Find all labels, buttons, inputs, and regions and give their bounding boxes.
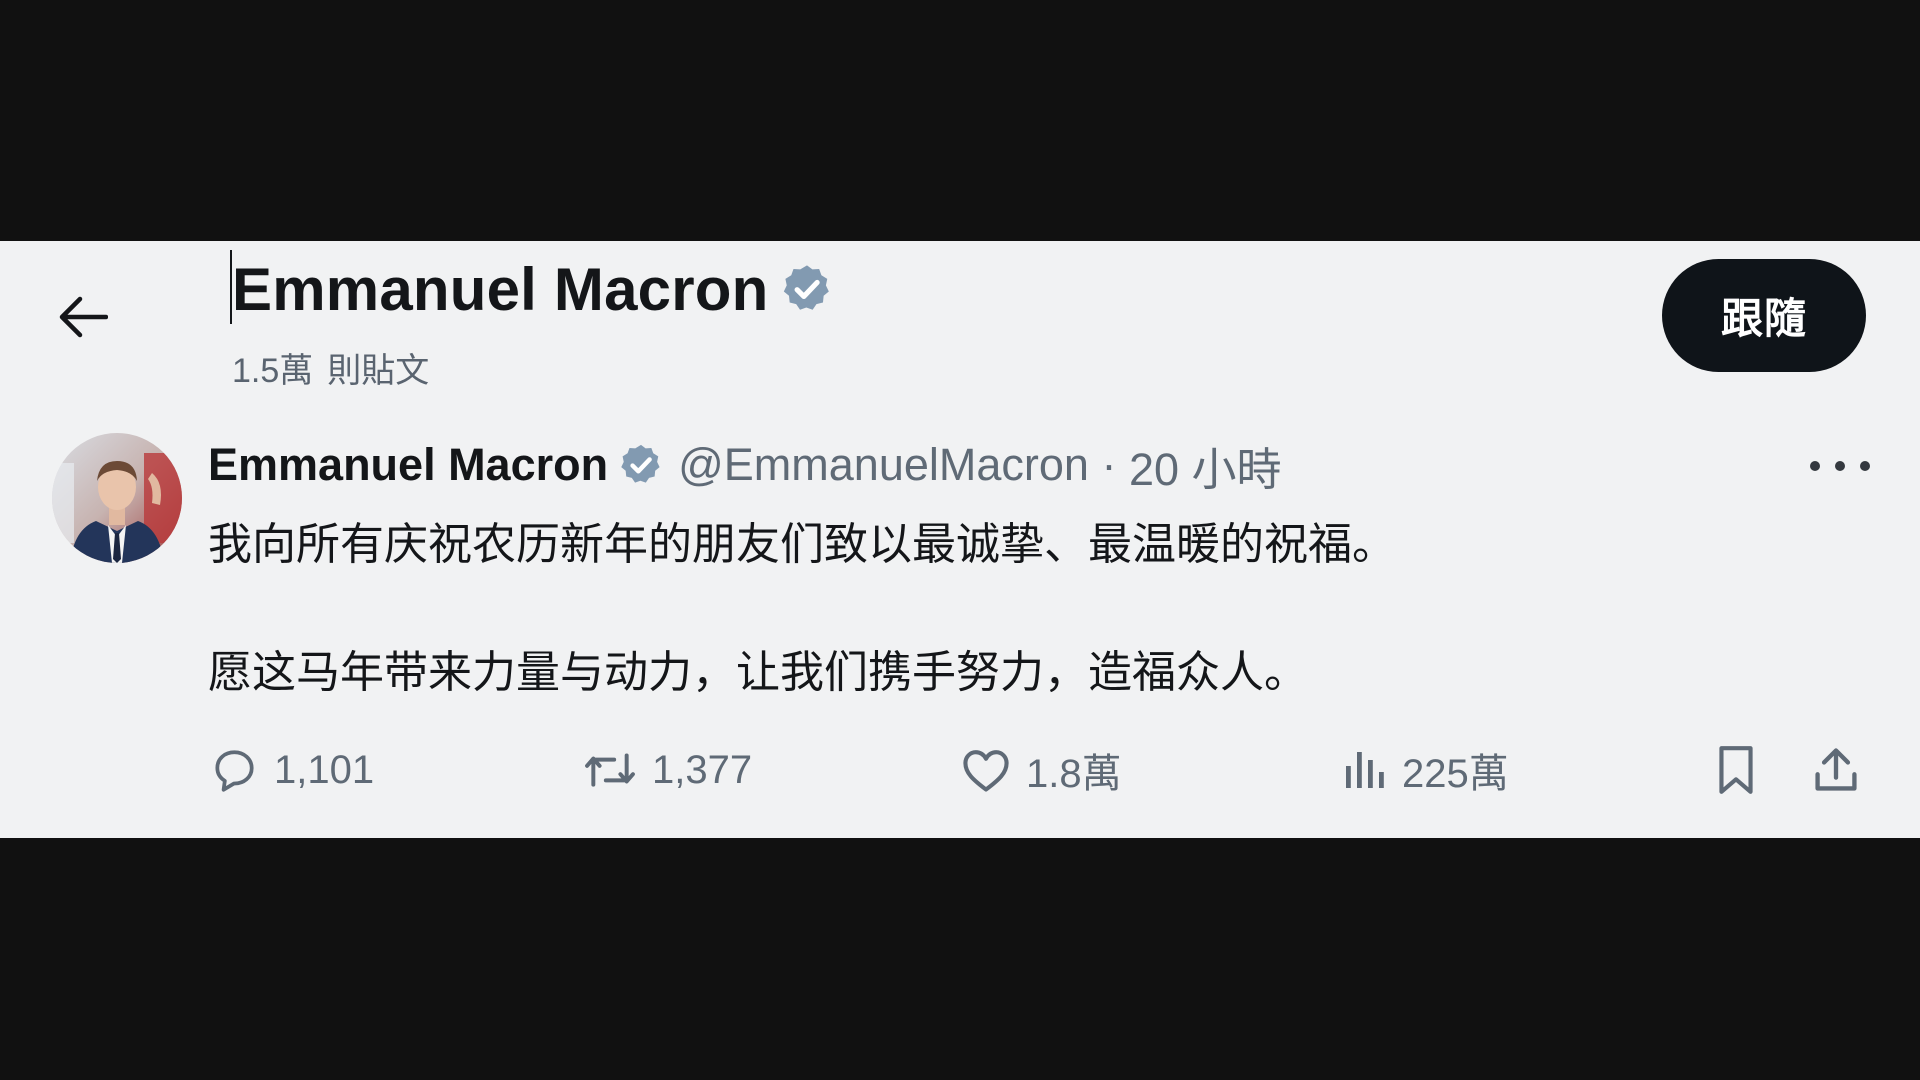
verified-badge-icon — [784, 265, 830, 310]
post-count-value: 1.5萬 — [232, 352, 314, 390]
tweet-text-line-1: 我向所有庆祝农历新年的朋友们致以最诚挚、最温暖的祝福。 — [208, 519, 1396, 570]
back-button[interactable] — [56, 289, 108, 345]
post-count: 1.5萬 則貼文 — [232, 343, 429, 392]
tweet-time[interactable]: 20 小時 — [1129, 433, 1282, 498]
retweet-count: 1,377 — [652, 747, 753, 792]
reply-button[interactable]: 1,101 — [208, 740, 374, 800]
screenshot-frame: Emmanuel Macron 1.5萬 則貼文 跟隨 Emmanuel Mac… — [0, 0, 1920, 1080]
author-verified — [618, 442, 664, 488]
profile-name: Emmanuel Macron — [232, 255, 769, 323]
arrow-left-icon — [59, 296, 108, 338]
heart-icon — [963, 750, 1009, 792]
retweet-icon — [585, 753, 635, 787]
author-name[interactable]: Emmanuel Macron — [208, 439, 608, 491]
reply-count: 1,101 — [274, 747, 375, 792]
bookmark-icon — [1719, 746, 1753, 794]
views-icon — [1346, 752, 1384, 788]
post-count-label: 則貼文 — [327, 352, 430, 390]
follow-button[interactable]: 跟隨 — [1662, 259, 1866, 372]
views-button[interactable]: 225萬 — [1340, 740, 1509, 800]
avatar-image — [52, 433, 182, 563]
profile-header-title: Emmanuel Macron — [232, 251, 834, 327]
views-count: 225萬 — [1402, 752, 1509, 796]
tweet-text-line-2: 愿这马年带来力量与动力，让我们携手努力，造福众人。 — [208, 647, 1308, 698]
like-button[interactable]: 1.8萬 — [960, 740, 1122, 800]
more-dots-icon — [1810, 461, 1820, 471]
bookmark-button[interactable] — [1712, 740, 1760, 800]
author-handle[interactable]: @EmmanuelMacron — [678, 439, 1089, 491]
reply-icon — [215, 750, 254, 792]
verified-badge-icon — [621, 444, 660, 483]
avatar[interactable] — [52, 433, 182, 563]
more-options-button[interactable] — [1810, 448, 1870, 484]
retweet-button[interactable]: 1,377 — [582, 740, 752, 800]
share-icon — [1815, 748, 1857, 791]
share-button[interactable] — [1810, 740, 1862, 800]
time-separator: · — [1101, 439, 1117, 490]
like-count: 1.8萬 — [1026, 752, 1122, 796]
tweet-header: Emmanuel Macron @EmmanuelMacron · 20 小時 — [208, 436, 1282, 495]
